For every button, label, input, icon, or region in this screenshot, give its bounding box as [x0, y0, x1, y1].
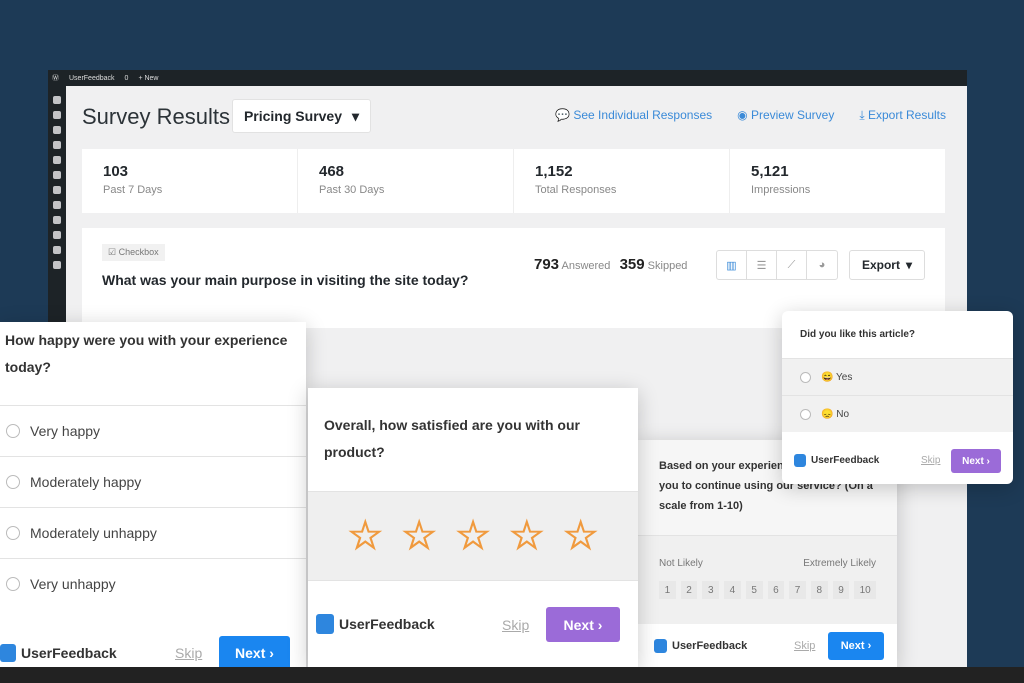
caret-down-icon: ▾ — [905, 258, 913, 272]
feedback-icon[interactable] — [53, 186, 61, 194]
radio[interactable] — [6, 475, 20, 489]
scale-option[interactable]: 6 — [767, 581, 785, 599]
star-icon[interactable]: ☆ — [455, 513, 492, 559]
tools-icon[interactable] — [53, 246, 61, 254]
appearance-icon[interactable] — [53, 201, 61, 209]
star-icon[interactable]: ☆ — [347, 513, 384, 559]
survey-question: Overall, how satisfied are you with our … — [324, 417, 580, 460]
stat-impressions: 5,121 Impressions — [751, 163, 811, 196]
option-moderately-happy[interactable]: Moderately happy — [0, 456, 306, 507]
stat-total: 1,152 Total Responses — [514, 149, 730, 213]
scale-option[interactable]: 3 — [702, 581, 720, 599]
star-rating: ☆ ☆ ☆ ☆ ☆ — [308, 491, 638, 581]
skip-link[interactable]: Skip — [502, 617, 529, 633]
header-links: 💬 See Individual Responses ◉ Preview Sur… — [555, 108, 946, 123]
radio[interactable] — [6, 526, 20, 540]
media-icon[interactable] — [53, 141, 61, 149]
users-icon[interactable] — [53, 231, 61, 239]
bar-chart-icon[interactable]: ▥ — [717, 251, 747, 279]
scale-option[interactable]: 5 — [745, 581, 763, 599]
survey-select-value: Pricing Survey — [243, 108, 342, 124]
userfeedback-logo: UserFeedback — [654, 639, 747, 653]
scale-option[interactable]: 4 — [724, 581, 741, 599]
userfeedback-logo: UserFeedback — [794, 454, 879, 467]
dashboard-icon[interactable] — [53, 96, 61, 104]
menu-icon[interactable] — [53, 111, 61, 119]
comments-icon[interactable] — [53, 171, 61, 179]
site-link[interactable]: UserFeedback — [69, 75, 115, 82]
preview-survey-link[interactable]: ◉ Preview Survey — [737, 108, 834, 123]
pie-chart-icon[interactable]: ◕ — [807, 251, 837, 279]
background-photo-strip — [0, 667, 1024, 683]
wordpress-icon[interactable]: Ⓦ — [52, 73, 59, 83]
star-icon[interactable]: ☆ — [508, 513, 545, 559]
survey-widget-article: Did you like this article? 😄 Yes 😞 No Us… — [782, 311, 1013, 484]
export-results-link[interactable]: ⤓ Export Results — [859, 108, 946, 123]
page-title: Survey Results — [82, 104, 230, 129]
pages-icon[interactable] — [53, 156, 61, 164]
userfeedback-logo: UserFeedback — [316, 614, 435, 634]
option-very-happy[interactable]: Very happy — [0, 405, 306, 456]
option-moderately-unhappy[interactable]: Moderately unhappy — [0, 507, 306, 558]
list-chart-icon[interactable]: ☰ — [747, 251, 777, 279]
scale-option[interactable]: 8 — [810, 581, 828, 599]
posts-icon[interactable] — [53, 126, 61, 134]
star-icon[interactable]: ☆ — [401, 513, 438, 559]
plugins-icon[interactable] — [53, 216, 61, 224]
chart-type-toggle: ▥ ☰ ⟋ ◕ — [716, 250, 838, 280]
stat-30-days: 468 Past 30 Days — [298, 149, 514, 213]
survey-question: Did you like this article? — [800, 329, 916, 340]
scale-option[interactable]: 9 — [832, 581, 850, 599]
line-chart-icon[interactable]: ⟋ — [777, 251, 807, 279]
see-responses-link[interactable]: 💬 See Individual Responses — [555, 108, 712, 123]
stat-7-days: 103 Past 7 Days — [82, 149, 298, 213]
next-button[interactable]: Next › — [951, 449, 1001, 473]
scale-option[interactable]: 2 — [680, 581, 698, 599]
survey-question: How happy were you with your experience … — [5, 332, 288, 375]
option-no[interactable]: 😞 No — [782, 395, 1013, 432]
userfeedback-logo: UserFeedback — [0, 644, 117, 662]
stats-card: 103 Past 7 Days 468 Past 30 Days 1,152 Tota… — [82, 149, 945, 213]
admin-topbar: Ⓦ UserFeedback 0 + New — [48, 70, 967, 86]
scale-option[interactable]: 7 — [789, 581, 806, 599]
star-icon[interactable]: ☆ — [562, 513, 599, 559]
survey-widget-stars: Overall, how satisfied are you with our … — [308, 388, 638, 668]
response-counts: 793 Answered 359 Skipped — [534, 256, 688, 273]
new-link[interactable]: + New — [138, 75, 158, 82]
radio[interactable] — [800, 408, 811, 420]
scale-high-label: Extremely Likely — [803, 558, 876, 569]
skip-link[interactable]: Skip — [794, 640, 815, 652]
option-yes[interactable]: 😄 Yes — [782, 358, 1013, 395]
question-type-badge: ☑ Checkbox — [102, 244, 165, 261]
survey-select[interactable]: Pricing Survey ▾ — [232, 99, 371, 133]
caret-down-icon: ▾ — [352, 107, 360, 124]
scale-low-label: Not Likely — [659, 558, 703, 569]
next-button[interactable]: Next › — [828, 632, 884, 660]
next-button[interactable]: Next › — [546, 607, 620, 642]
scale-option[interactable]: 10 — [854, 581, 876, 599]
scale-option[interactable]: 1 — [659, 581, 676, 599]
radio[interactable] — [6, 424, 20, 438]
radio[interactable] — [6, 577, 20, 591]
question-text: What was your main purpose in visiting t… — [102, 272, 469, 288]
survey-widget-happy: How happy were you with your experience … — [0, 322, 306, 683]
radio[interactable] — [800, 371, 811, 383]
skip-link[interactable]: Skip — [921, 455, 940, 466]
next-button[interactable]: Next › — [219, 636, 290, 670]
export-button[interactable]: Export ▾ — [849, 250, 925, 280]
comments-link[interactable]: 0 — [125, 75, 129, 82]
rating-scale: 1 2 3 4 5 6 7 8 9 10 — [659, 581, 876, 599]
option-very-unhappy[interactable]: Very unhappy — [0, 558, 306, 609]
skip-link[interactable]: Skip — [175, 645, 202, 661]
settings-icon[interactable] — [53, 261, 61, 269]
